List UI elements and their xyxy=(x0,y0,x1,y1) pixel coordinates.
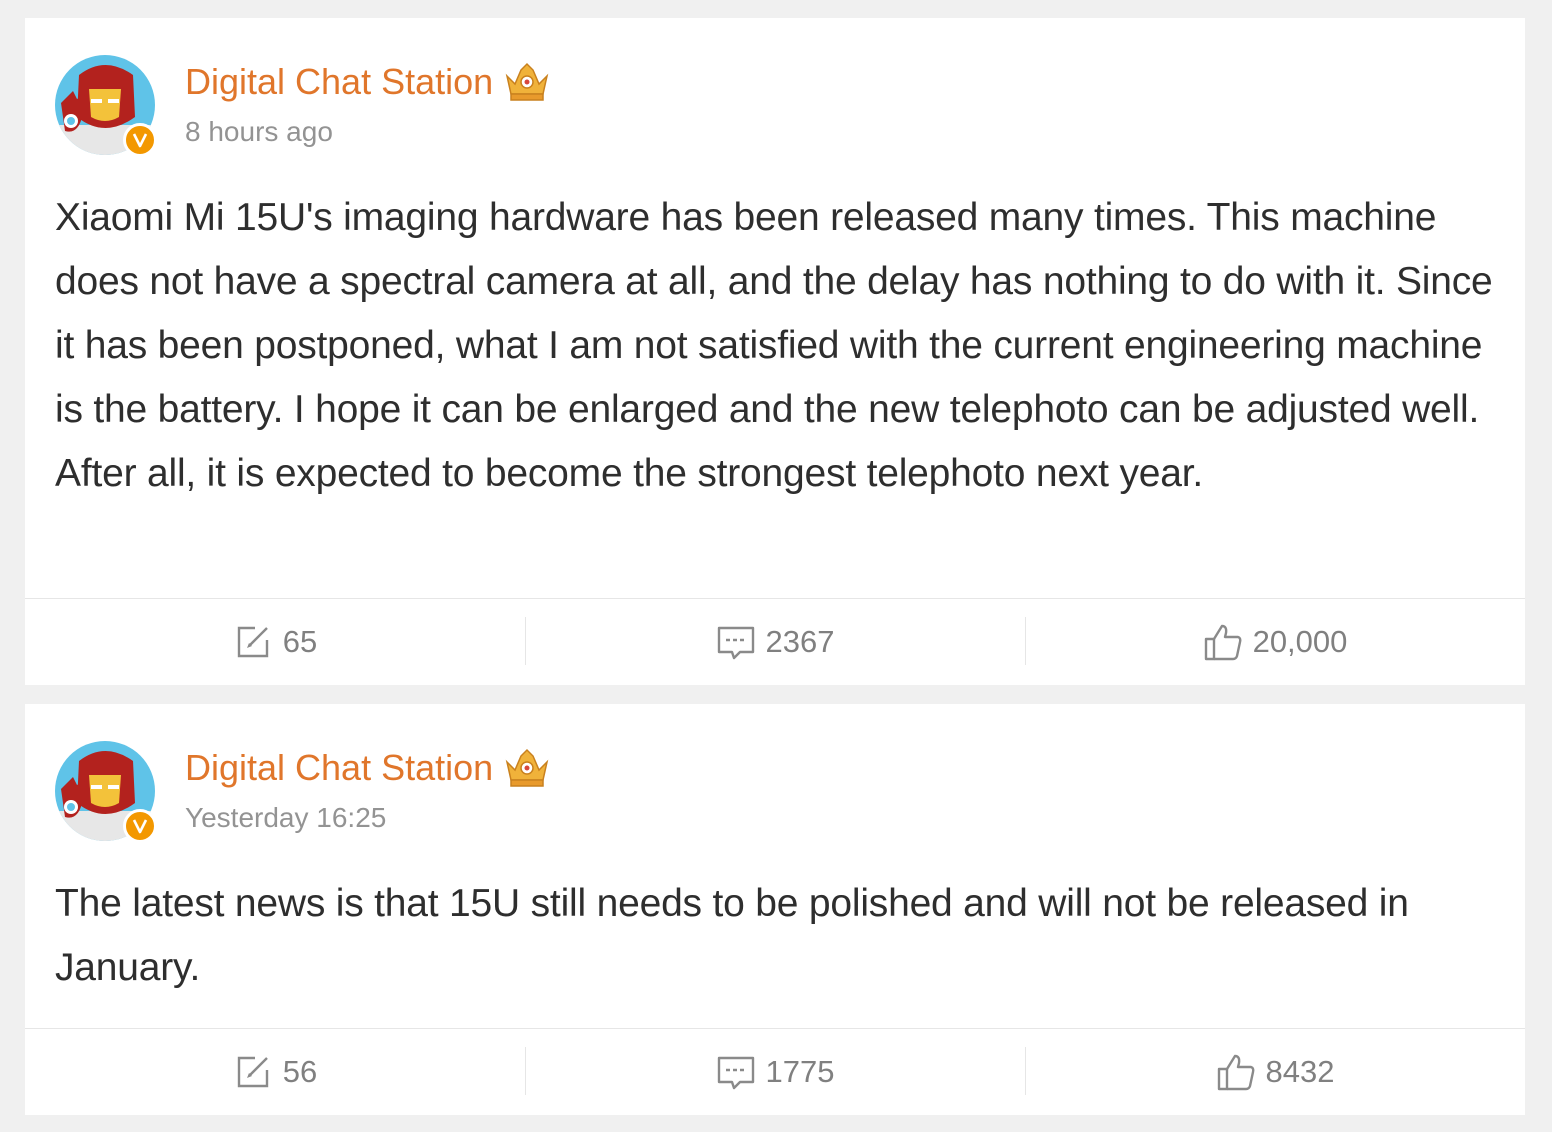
repost-button[interactable]: 56 xyxy=(25,1029,525,1115)
post-timestamp[interactable]: Yesterday 16:25 xyxy=(185,801,386,835)
repost-button[interactable]: 65 xyxy=(25,599,525,685)
thumbs-up-icon xyxy=(1204,624,1242,661)
comment-button[interactable]: 1775 xyxy=(525,1029,1025,1115)
like-button[interactable]: 20,000 xyxy=(1025,599,1525,685)
comment-icon xyxy=(717,626,754,660)
thumbs-up-icon xyxy=(1217,1054,1254,1091)
avatar[interactable] xyxy=(55,741,157,843)
verified-v-icon xyxy=(123,123,157,157)
repost-count: 56 xyxy=(282,1054,318,1089)
weibo-feed: Digital Chat Station 8 hours ago Xiaomi … xyxy=(0,0,1552,1132)
post-timestamp[interactable]: 8 hours ago xyxy=(185,115,333,149)
author-name[interactable]: Digital Chat Station xyxy=(185,747,493,789)
comment-count: 1775 xyxy=(765,1054,835,1089)
repost-icon xyxy=(237,626,268,658)
like-button[interactable]: 8432 xyxy=(1025,1029,1525,1115)
post-actions: 65 2367 20,000 xyxy=(25,598,1525,685)
post-text: Xiaomi Mi 15U's imaging hardware has bee… xyxy=(55,196,1493,495)
post-card: Digital Chat Station Yesterday 16:25 The… xyxy=(25,704,1525,1115)
repost-count: 65 xyxy=(282,624,318,659)
post-text: The latest news is that 15U still needs … xyxy=(55,882,1409,989)
author-line: Digital Chat Station xyxy=(185,747,551,789)
author-line: Digital Chat Station xyxy=(185,61,551,103)
comment-count: 2367 xyxy=(765,624,835,659)
post-card: Digital Chat Station 8 hours ago Xiaomi … xyxy=(25,18,1525,685)
author-name[interactable]: Digital Chat Station xyxy=(185,61,493,103)
crown-badge-icon[interactable] xyxy=(503,62,551,102)
verified-v-icon xyxy=(123,809,157,843)
comment-icon xyxy=(717,1056,754,1090)
avatar[interactable] xyxy=(55,55,157,157)
post-actions: 56 1775 8432 xyxy=(25,1028,1525,1115)
like-count: 8432 xyxy=(1265,1054,1335,1089)
crown-badge-icon[interactable] xyxy=(503,748,551,788)
comment-button[interactable]: 2367 xyxy=(525,599,1025,685)
repost-icon xyxy=(237,1056,268,1088)
like-count: 20,000 xyxy=(1252,624,1348,659)
